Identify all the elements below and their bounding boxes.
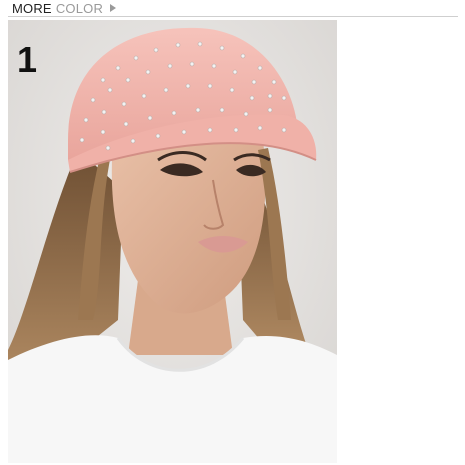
product-photo[interactable] <box>8 20 337 463</box>
caret-right-icon <box>110 4 117 12</box>
color-label: COLOR <box>55 0 104 16</box>
product-photo-drawing <box>8 20 337 463</box>
header-divider <box>8 16 458 17</box>
more-label: MORE <box>12 0 52 16</box>
more-color-link[interactable]: MORE COLOR <box>12 0 117 16</box>
variant-number: 1 <box>17 39 38 80</box>
